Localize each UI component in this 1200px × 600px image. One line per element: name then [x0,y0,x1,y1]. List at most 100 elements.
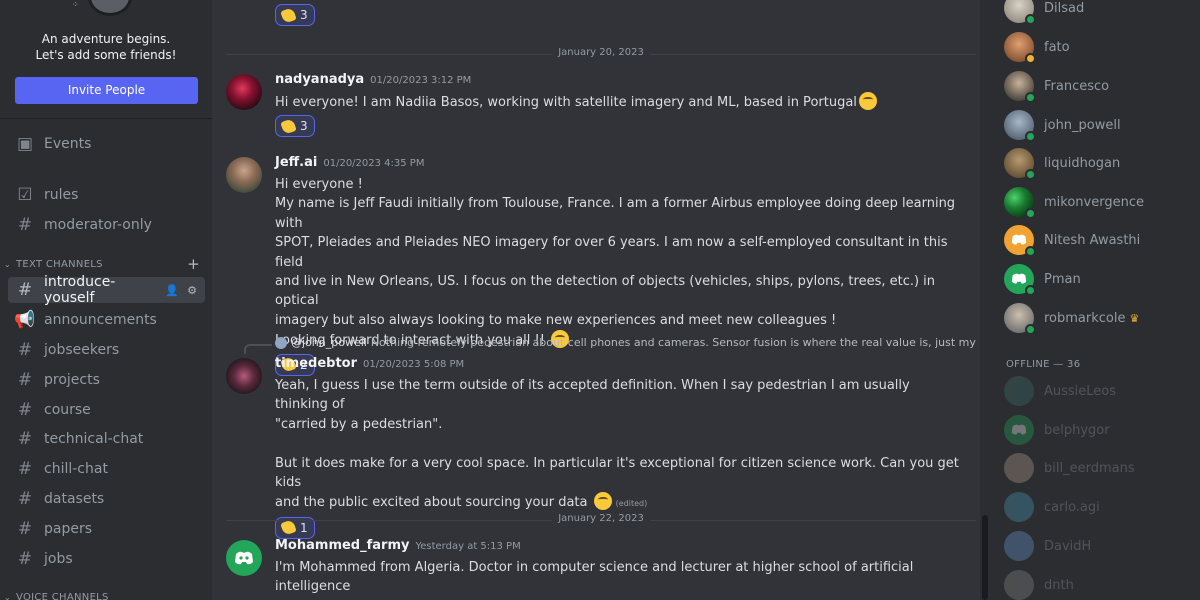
sidebar-item-label: moderator-only [44,217,152,233]
message-username[interactable]: nadyanadya [275,72,364,87]
reaction-count: 3 [300,8,308,22]
add-channel-icon[interactable]: + [187,255,200,273]
reply-avatar [275,336,287,349]
chevron-down-icon: ⌄ [4,259,12,269]
member-name: fato [1044,39,1070,55]
hashtag-icon: # [17,369,33,390]
sidebar-item-moderator-only[interactable]: # moderator-only [8,212,205,238]
sparkle-icon: ⁘ [72,0,79,9]
message-body: I'm Mohammed from Algeria. Doctor in com… [275,560,914,600]
member-item[interactable]: AussieLeos [1004,373,1194,409]
avatar [1004,415,1034,445]
date-divider-label: January 20, 2023 [552,47,650,58]
chevron-down-icon: ⌄ [4,592,12,600]
message-username[interactable]: Jeff.ai [275,155,317,170]
channel-label: jobs [44,551,73,567]
member-item[interactable]: belphygor [1004,412,1194,448]
discord-default-avatar[interactable] [226,540,262,576]
avatar [1004,0,1036,25]
gear-icon[interactable]: ⚙ [187,284,197,297]
hashtag-icon: # [17,339,33,360]
member-item[interactable]: Francesco [1004,68,1194,104]
channel-label: projects [44,372,100,388]
avatar[interactable] [226,358,262,394]
scrollbar-track[interactable] [980,0,990,600]
message-username[interactable]: Mohammed_farmy [275,538,409,553]
member-item[interactable]: carlo.agi [1004,489,1194,525]
category-label: TEXT CHANNELS [16,258,103,270]
channel-course[interactable]: # course [8,397,205,423]
hashtag-icon: # [17,428,33,449]
avatar [1004,71,1036,103]
reply-preview[interactable]: @john_powell Nothing remotely pedestrian… [275,336,976,349]
sidebar-divider [0,118,212,119]
member-item[interactable]: dnth [1004,567,1194,600]
member-item[interactable]: john_powell [1004,107,1194,143]
member-name: AussieLeos [1044,383,1117,399]
avatar[interactable] [226,74,262,110]
waving-hand-icon [280,118,297,135]
sidebar-item-events[interactable]: ▣ Events [8,131,205,157]
avatar [1004,303,1036,335]
category-voice-channels[interactable]: ⌄ VOICE CHANNELS [4,589,200,600]
avatar [1004,453,1034,483]
channel-jobseekers[interactable]: # jobseekers [8,337,205,363]
scrollbar-thumb[interactable] [982,515,988,600]
channel-introduce-youself[interactable]: # introduce-youself 👤 ⚙ [8,274,205,306]
reaction-count: 1 [300,520,308,535]
message-timestamp: 01/20/2023 5:08 PM [363,359,465,370]
member-item[interactable]: Dilsad [1004,0,1194,26]
message-list[interactable]: 3 January 20, 2023 nadyanadya 01/20/2023… [212,0,980,600]
hashtag-icon: # [17,458,33,479]
avatar [1004,376,1034,406]
add-member-icon[interactable]: 👤 [165,284,179,297]
date-divider: January 22, 2023 [226,513,976,524]
avatar [1004,531,1034,561]
sidebar-item-rules[interactable]: ☑ rules [8,182,205,208]
member-item[interactable]: Pman [1004,261,1194,297]
member-item[interactable]: Nitesh Awasthi [1004,222,1194,258]
member-item[interactable]: mikonvergence [1004,184,1194,220]
member-item[interactable]: bill_eerdmans [1004,450,1194,486]
member-name: dnth [1044,577,1074,593]
online-status-icon [1025,131,1036,142]
member-item[interactable]: robmarkcole ♛ [1004,300,1194,336]
message-body: Yeah, I guess I use the term outside of … [275,378,959,511]
offline-header: OFFLINE — 36 [1006,359,1081,370]
channel-technical-chat[interactable]: # technical-chat [8,426,205,452]
reaction-wave[interactable]: 3 [275,4,315,26]
channel-jobs[interactable]: # jobs [8,546,205,572]
member-item[interactable]: fato [1004,29,1194,65]
message-username[interactable]: timedebtor [275,356,357,371]
avatar[interactable] [226,157,262,193]
waving-hand-icon [280,519,297,537]
hashtag-icon: # [17,488,33,509]
online-status-icon [1025,208,1036,219]
welcome-line-1: An adventure begins. [41,32,171,46]
date-divider-label: January 22, 2023 [552,513,650,524]
sidebar-item-label: Events [44,136,92,152]
message-timestamp: Yesterday at 5:13 PM [415,541,521,552]
category-text-channels[interactable]: ⌄ TEXT CHANNELS + [4,255,200,273]
message-body: Hi everyone ! My name is Jeff Faudi init… [275,177,956,349]
welcome-line-2: Let's add some friends! [35,48,177,62]
channel-datasets[interactable]: # datasets [8,486,205,512]
channel-announcements[interactable]: 📢 announcements [8,307,205,333]
discord-icon [1011,273,1027,284]
member-name: DavidH [1044,538,1092,554]
waving-hand-icon [280,6,297,24]
member-name: robmarkcole [1044,310,1126,326]
member-name: belphygor [1044,422,1110,438]
online-status-icon [1025,92,1036,103]
hashtag-icon: # [17,399,33,420]
invite-people-button[interactable]: Invite People [15,77,198,104]
member-name: Francesco [1044,78,1110,94]
member-item[interactable]: DavidH [1004,528,1194,564]
member-list: Dilsad fato Francesco john_powell liquid… [990,0,1200,600]
channel-chill-chat[interactable]: # chill-chat [8,456,205,482]
member-item[interactable]: liquidhogan [1004,145,1194,181]
channel-projects[interactable]: # projects [8,367,205,393]
reply-username[interactable]: @john_powell [291,336,367,349]
reaction-wave[interactable]: 3 [275,115,315,138]
channel-papers[interactable]: # papers [8,516,205,542]
